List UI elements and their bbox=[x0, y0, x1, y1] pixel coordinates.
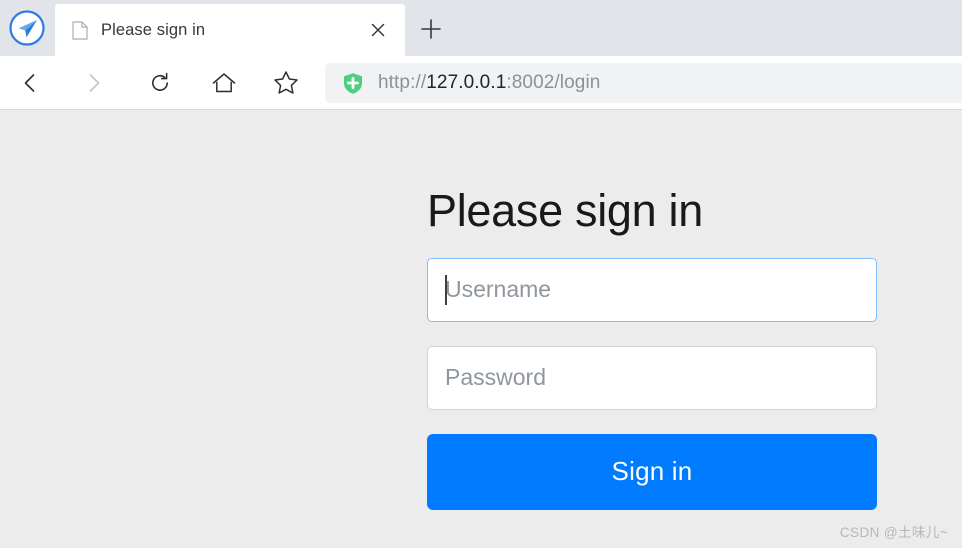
chevron-left-icon[interactable] bbox=[8, 61, 52, 105]
signin-form: Please sign in Sign in bbox=[427, 186, 877, 510]
chevron-right-icon bbox=[72, 61, 116, 105]
new-tab-button[interactable] bbox=[414, 12, 448, 46]
url-path: :8002/login bbox=[506, 72, 601, 93]
tab-strip: Please sign in bbox=[0, 0, 962, 56]
text-cursor bbox=[445, 274, 447, 305]
password-field-wrapper bbox=[427, 345, 877, 410]
page-title: Please sign in bbox=[427, 185, 703, 236]
tab-title: Please sign in bbox=[101, 20, 206, 39]
watermark: CSDN @土味儿~ bbox=[839, 525, 948, 540]
url-scheme: http:// bbox=[378, 72, 427, 93]
reload-icon[interactable] bbox=[138, 61, 182, 105]
password-input[interactable] bbox=[427, 345, 877, 410]
url-host: 127.0.0.1 bbox=[426, 72, 507, 93]
home-icon[interactable] bbox=[202, 61, 246, 105]
address-bar-url: http://127.0.0.1:8002/login bbox=[378, 72, 600, 94]
browser-toolbar: http://127.0.0.1:8002/login bbox=[0, 56, 962, 110]
page-viewport: Please sign in Sign in CSDN @土味儿~ bbox=[0, 110, 962, 548]
username-input[interactable] bbox=[427, 257, 877, 322]
document-page-icon bbox=[71, 20, 89, 40]
green-shield-plus-icon[interactable] bbox=[342, 72, 364, 94]
close-icon[interactable] bbox=[365, 17, 391, 43]
address-bar[interactable]: http://127.0.0.1:8002/login bbox=[325, 63, 962, 103]
username-field-wrapper bbox=[427, 257, 877, 322]
browser-tab[interactable]: Please sign in bbox=[55, 4, 405, 56]
star-icon[interactable] bbox=[264, 61, 308, 105]
browser-window: Please sign in http://127.0.0.1:8002/log… bbox=[0, 0, 962, 548]
sign-in-button[interactable]: Sign in bbox=[427, 433, 877, 510]
paper-plane-logo-icon bbox=[7, 8, 47, 48]
